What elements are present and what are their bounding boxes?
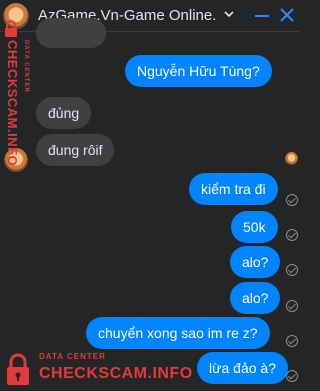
watermark-vertical: DATA CENTER CHECKSCAM.INFO: [0, 16, 30, 176]
lock-icon: [5, 20, 17, 37]
watermark-brand-text: CHECKSCAM.INFO: [5, 40, 20, 167]
message-bubble[interactable]: chuyển xong sao im re z?: [86, 317, 270, 349]
message-bubble[interactable]: kiểm tra đi: [189, 173, 278, 205]
sent-check-icon: [286, 194, 298, 206]
sent-check-icon: [286, 264, 298, 276]
watermark-bottom: DATA CENTER CHECKSCAM.INFO: [5, 352, 192, 388]
message-bubble[interactable]: alo?: [230, 282, 281, 314]
message-bubble[interactable]: đủng: [36, 97, 92, 129]
chevron-down-icon[interactable]: [222, 7, 236, 21]
sent-check-icon: [286, 229, 298, 241]
minimize-icon[interactable]: [255, 15, 269, 17]
sent-check-icon: [286, 370, 298, 382]
message-bubble-partial: [36, 18, 106, 48]
message-bubble[interactable]: Nguyễn Hữu Tùng?: [125, 55, 272, 87]
watermark-top-text: DATA CENTER: [23, 40, 29, 93]
seen-avatar: [285, 152, 298, 165]
watermark-brand-text: CHECKSCAM.INFO: [39, 365, 193, 382]
watermark-top-text: DATA CENTER: [39, 352, 106, 361]
message-bubble[interactable]: 50k: [231, 211, 278, 243]
sent-check-icon: [286, 335, 298, 347]
lock-icon: [7, 353, 29, 385]
message-bubble[interactable]: lừa đảo à?: [197, 352, 288, 384]
close-icon[interactable]: [280, 8, 294, 22]
sent-check-icon: [286, 300, 298, 312]
message-bubble[interactable]: đung rôif: [36, 134, 115, 166]
message-bubble[interactable]: alo?: [230, 246, 281, 278]
